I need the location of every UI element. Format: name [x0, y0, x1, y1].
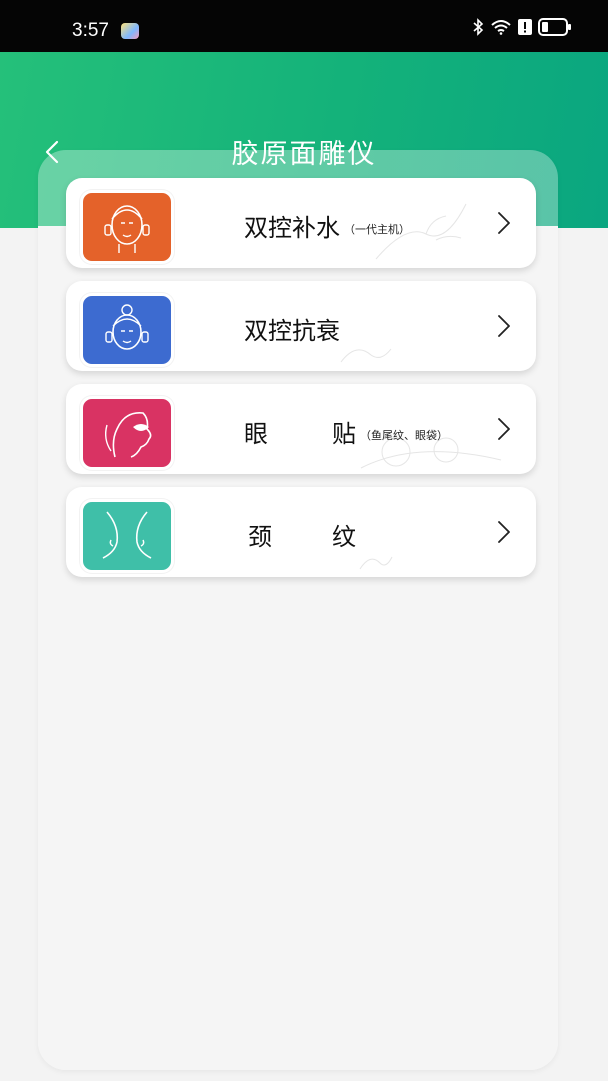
chevron-right-icon [498, 418, 510, 440]
chevron-right-icon [498, 315, 510, 337]
face-antiaging-icon [80, 293, 174, 367]
neck-lines-icon [80, 499, 174, 573]
status-icons [472, 17, 572, 37]
menu-item-label: 眼 [244, 414, 268, 449]
floral-decoration-icon [375, 203, 467, 260]
menu-item-label: 颈 [248, 517, 272, 552]
menu-item-title-part: 颈 [248, 523, 272, 551]
floral-decoration-icon [359, 556, 393, 570]
menu-item-title-part: 眼 [244, 420, 268, 448]
menu-item-antiaging[interactable]: 双控抗衰 [66, 281, 536, 371]
eye-patch-icon [80, 396, 174, 470]
face-hydration-icon [80, 190, 174, 264]
notification-app-icon [121, 23, 139, 39]
menu-item-title-part: 纹 [332, 523, 356, 551]
menu-item-eye-patch[interactable]: 眼 贴（鱼尾纹、眼袋） [66, 384, 536, 474]
floral-decoration-icon [360, 437, 502, 469]
menu-item-hydration[interactable]: 双控补水 （一代主机） [66, 178, 536, 268]
menu-item-title: 双控补水 [244, 214, 340, 242]
status-bar: 3:57 [0, 0, 608, 52]
floral-decoration-icon [340, 348, 392, 363]
menu-item-label-2: 纹 [332, 517, 356, 552]
menu-item-neck-lines[interactable]: 颈 纹 [66, 487, 536, 577]
menu-item-title-part: 贴 [332, 420, 356, 448]
chevron-right-icon [498, 212, 510, 234]
alert-icon [518, 19, 532, 35]
battery-icon [538, 18, 571, 36]
chevron-right-icon [498, 521, 510, 543]
menu-item-title: 双控抗衰 [244, 317, 340, 345]
wifi-icon [491, 20, 511, 35]
status-time: 3:57 [72, 20, 109, 41]
menu-item-label: 双控抗衰 [244, 311, 340, 346]
bluetooth-icon [473, 18, 484, 36]
